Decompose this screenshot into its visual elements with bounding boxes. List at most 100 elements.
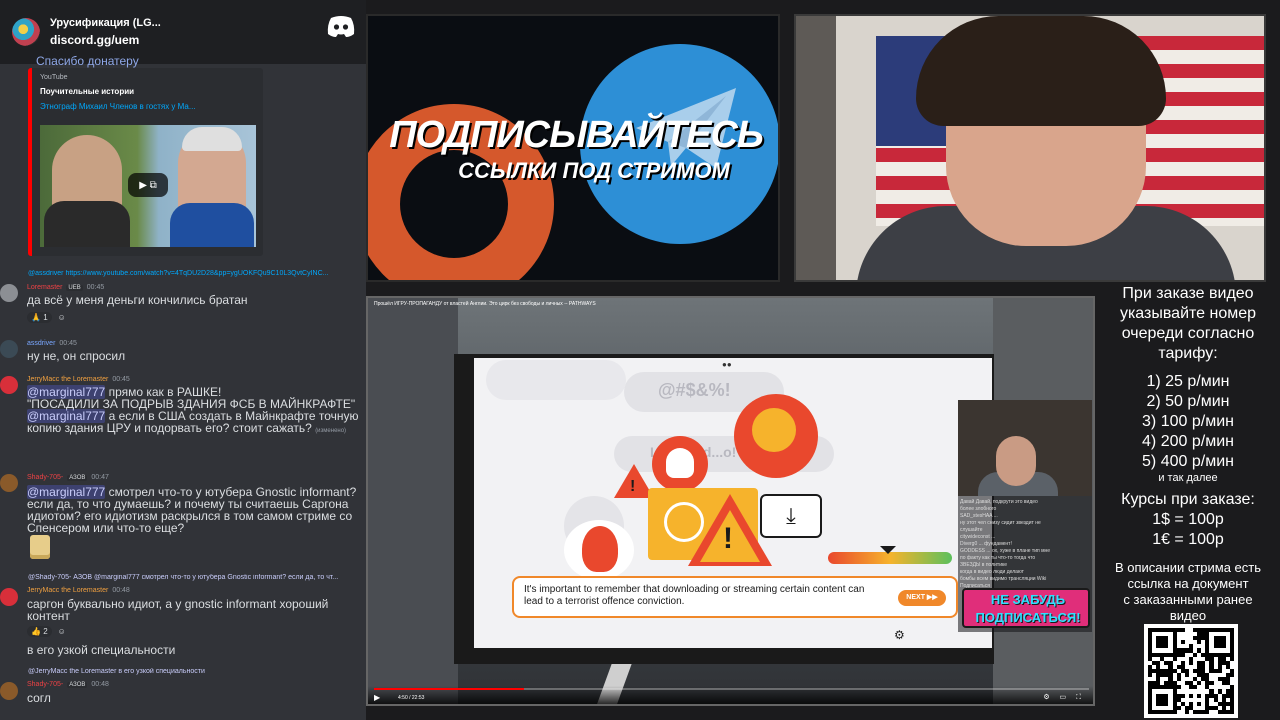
role-badge: АЗОВ [67,681,88,688]
embed-title-link[interactable]: Этнограф Михаил Членов в гостях у Ма... [40,102,255,111]
subscribe-banner: ПОДПИСЫВАЙТЕСЬ ССЫЛКИ ПОД СТРИМОМ [366,14,780,282]
embed-thumbnail[interactable]: ▶ ⧉ [40,125,256,247]
timestamp: 00:45 [59,340,77,347]
exchange-rates: Курсы при заказе: 1$ = 100р 1€ = 100р [1096,490,1280,550]
server-invite-link[interactable]: discord.gg/uem [50,33,161,47]
thumbnail-person-right [170,127,254,247]
overlay-chat-line: более злобного [960,506,997,512]
stream-layout: Урусификация (LG... discord.gg/uem Спаси… [0,0,1280,720]
overlay-chat-line: ну этот чел снизу сидит звездит не [960,520,1041,526]
embed-provider: YouTube [40,74,68,81]
overlay-chat-line: Diverg0 ... фундамент! [960,541,1012,547]
skull-icon [666,448,694,478]
subscribe-sticker: НЕ ЗАБУДЬ ПОДПИСАТЬСЯ! [962,588,1090,628]
reaction-chip[interactable]: 🙏 1 [27,311,52,323]
video-title[interactable]: Прошёл ИГРУ-ПРОПАГАНДУ от властей Англии… [374,301,596,307]
youtube-player[interactable]: Прошёл ИГРУ-ПРОПАГАНДУ от властей Англии… [366,296,1095,706]
overlay-chat-line: ЗВЕЗДЫ в политике [960,562,1008,568]
reply-preview[interactable]: @JerryMacc the Loremaster в его узкой сп… [28,668,364,675]
play-pause-icon[interactable]: ▶ [374,693,380,702]
rate-item: 5) 400 р/мин [1142,453,1234,470]
timestamp: 00:45 [86,284,105,291]
message-text: @marginal777 смотрел что-то у ютубера Gn… [27,485,357,535]
courses-title: Курсы при заказе: [1121,491,1255,508]
discord-logo-icon [327,16,355,37]
embed-author[interactable]: Поучительные истории [40,87,255,96]
rate-item: 1) 25 р/мин [1146,373,1230,390]
avatar[interactable] [0,376,18,394]
add-reaction-icon[interactable]: ☺ [58,627,66,636]
message-text: ну не, он спросил [27,349,126,363]
dialog-text: It's important to remember that download… [524,584,865,607]
meter-pointer-icon [880,546,896,554]
message-text: да всё у меня деньги кончились братан [27,293,248,307]
banner-subheadline: ССЫЛКИ ПОД СТРИМОМ [458,158,730,183]
order-instructions: При заказе видео указывайте номер очеред… [1119,285,1257,362]
course-item: 1$ = 100р [1152,511,1224,528]
banner-headline: ПОДПИСЫВАЙТЕСЬ [389,114,764,156]
avatar[interactable] [0,340,18,358]
overlay-chat-line: Давай Давай, подкрути это видео [960,499,1038,505]
overlay-chat-line: по факту как ты что-то тогда что [960,555,1036,561]
reply-preview[interactable]: @Shady-705- АЗОВ @marginal777 смотрел чт… [28,574,364,581]
game-dialog: It's important to remember that download… [512,576,958,618]
thumbnail-person-left [44,135,130,247]
timestamp: 00:47 [91,474,109,481]
fire-icon [582,526,618,572]
overlay-chat-line: когда в видео люди делают [960,569,1024,575]
message-text: согл [27,691,51,705]
reaction-bar[interactable]: 👍 2 ☺ [27,624,66,638]
username[interactable]: JerryMacc the Loremaster [27,376,108,383]
timestamp: 00:48 [91,681,109,688]
message-meta: JerryMacc the Loremaster 00:48 [27,587,130,594]
qr-code[interactable] [1144,624,1238,718]
progress-bar[interactable] [374,688,1089,690]
message-meta: Shady-705- АЗОВ 00:48 [27,681,109,688]
camera-dots-icon: ●● [722,360,732,369]
partial-message-text: Спасибо донатеру [36,54,139,68]
message-meta: Shady-705- АЗОВ 00:47 [27,474,109,481]
username[interactable]: Loremaster [27,284,62,291]
description-note: В описании стрима есть ссылка на докумен… [1114,560,1262,623]
next-button[interactable]: NEXT ▶▶ [898,590,946,606]
username[interactable]: Shady-705- [27,474,63,481]
role-badge: UEB [66,284,83,291]
rate-item: 4) 200 р/мин [1142,433,1234,450]
game-settings-icon[interactable]: ⚙ [894,628,905,642]
time-display: 4:50 / 22:53 [398,695,425,701]
message-meta: assdriver 00:45 [27,340,77,347]
avatar[interactable] [0,474,18,492]
rate-list: 1) 25 р/мин 2) 50 р/мин 3) 100 р/мин 4) … [1096,372,1280,484]
username[interactable]: JerryMacc the Loremaster [27,587,108,594]
username[interactable]: assdriver [27,340,55,347]
overlay-chat-line: SAD_stesHAA ... [960,513,998,519]
add-reaction-icon[interactable]: ☺ [58,313,66,322]
embed-play-icon[interactable]: ▶ ⧉ [128,173,168,197]
message-meta: JerryMacc the Loremaster 00:45 [27,376,130,383]
angry-face-icon [752,408,796,452]
overlay-chat-line: citywideconst ... [960,534,996,540]
download-icon: ⤓ [760,494,822,538]
reply-preview[interactable]: @assdriver https://www.youtube.com/watch… [28,270,364,277]
server-name: Урусификация (LG... [50,17,161,29]
message-text: саргон буквально идиот, а у gnostic info… [27,597,329,623]
reaction-chip[interactable]: 👍 2 [27,625,52,637]
player-settings-icons[interactable]: ⚙ ▭ ⛶ [1043,693,1085,702]
rate-item: 2) 50 р/мин [1146,393,1230,410]
avatar[interactable] [0,588,18,606]
username[interactable]: Shady-705- [27,681,63,688]
reaction-bar[interactable]: 🙏 1 ☺ [27,310,66,324]
overlay-chat-line: бомбы всем видимо трансляции Wiki [960,576,1047,582]
order-info-panel: При заказе видео указывайте номер очеред… [1096,284,1280,720]
rates-more: и так далее [1158,472,1218,484]
message-text: @marginal777 прямо как в РАШКЕ! "ПОСАДИЛ… [27,385,359,435]
censored-bubble-text: @#$&%! [658,380,731,400]
streamer-webcam [794,14,1266,282]
server-logo-icon [12,18,40,46]
timestamp: 00:45 [112,376,130,383]
avatar[interactable] [0,284,18,302]
role-badge: АЗОВ [67,474,88,481]
avatar[interactable] [0,682,18,700]
message-text: в его узкой специальности [27,643,176,657]
youtube-embed[interactable]: YouTube Поучительные истории Этнограф Ми… [28,68,263,256]
